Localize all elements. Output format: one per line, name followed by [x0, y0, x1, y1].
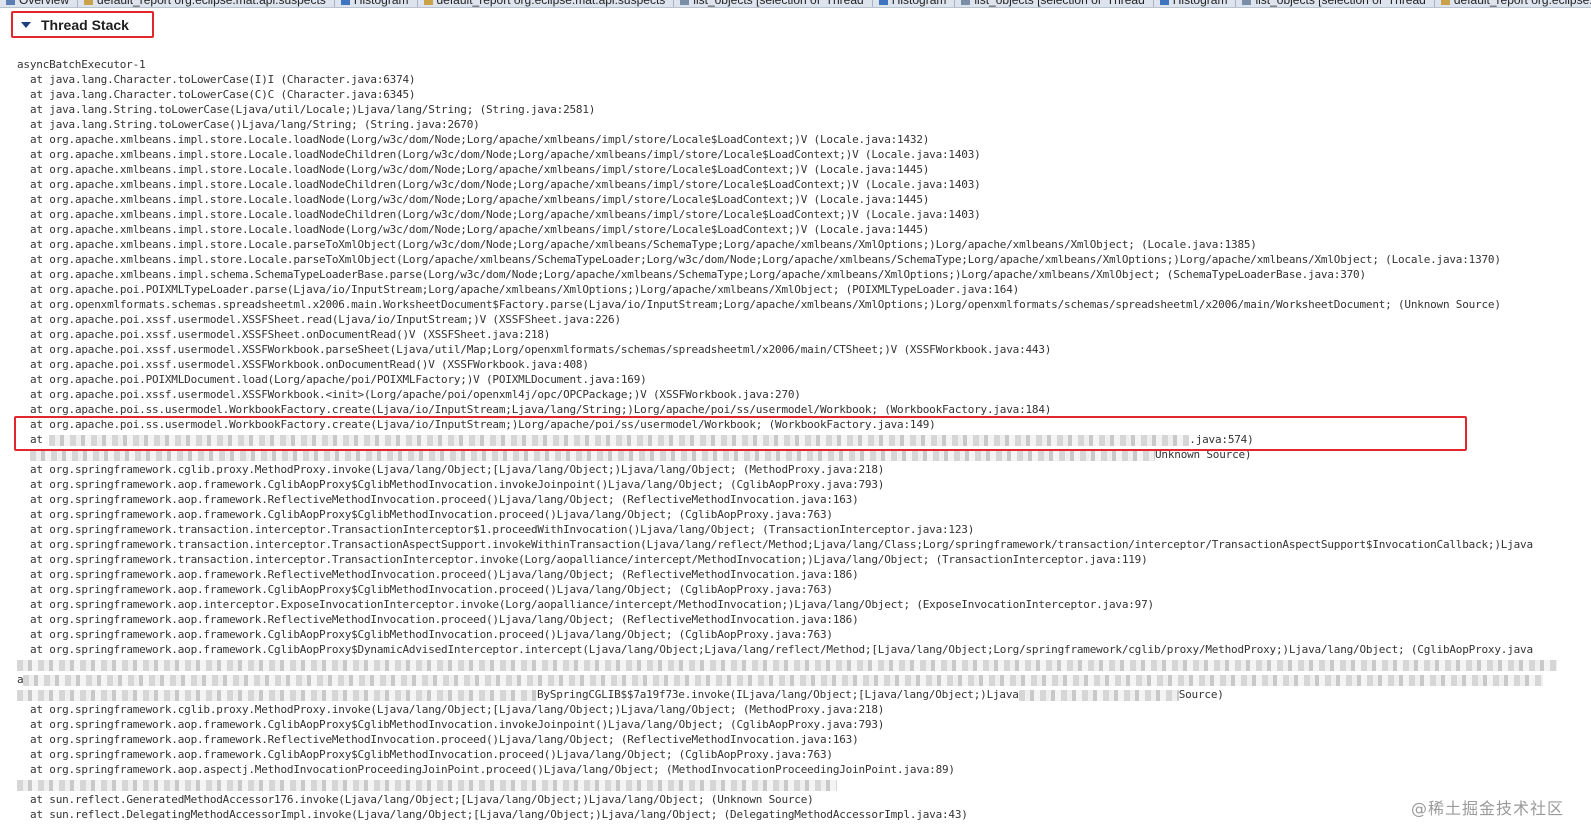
list-icon	[680, 0, 690, 5]
report-icon	[423, 0, 433, 5]
overview-icon	[6, 0, 15, 5]
histogram-icon	[340, 0, 350, 5]
frame-prefix: at	[30, 433, 50, 446]
stack-frame: at org.apache.poi.xssf.usermodel.XSSFShe…	[30, 313, 621, 326]
stack-frame: at org.springframework.aop.framework.Ref…	[30, 733, 859, 746]
histogram-icon	[1159, 0, 1169, 5]
stack-frame: at org.springframework.cglib.proxy.Metho…	[30, 703, 885, 716]
stack-frame: at org.apache.xmlbeans.impl.schema.Schem…	[30, 268, 1366, 281]
stack-frame: at org.springframework.aop.framework.Cgl…	[30, 508, 833, 521]
stack-frame: at org.springframework.aop.framework.Ref…	[30, 568, 859, 581]
stack-frame: at sun.reflect.DelegatingMethodAccessorI…	[30, 808, 968, 821]
histogram-icon	[878, 0, 888, 5]
stack-frame: at java.lang.Character.toLowerCase(I)I (…	[30, 73, 416, 86]
stack-frame: at org.springframework.aop.framework.Ref…	[30, 493, 859, 506]
redacted-region	[17, 659, 1557, 671]
stack-frame: at org.springframework.aop.framework.Cgl…	[30, 748, 833, 761]
stack-frame: at sun.reflect.GeneratedMethodAccessor17…	[30, 793, 814, 806]
list-icon	[1242, 0, 1252, 5]
stack-frame: at org.apache.xmlbeans.impl.store.Locale…	[30, 178, 981, 191]
thread-stack-section-header[interactable]: Thread Stack	[14, 13, 154, 37]
frame-text: BySpringCGLIB$$7a19f73e.invoke(ILjava/la…	[537, 688, 1019, 701]
list-icon	[961, 0, 971, 5]
editor-tab-label: Histogram	[353, 0, 409, 7]
redacted-region	[17, 779, 837, 791]
editor-tab-label: Overview	[19, 0, 70, 7]
stack-frame-partially-hidden: at .java:574)	[17, 432, 1577, 447]
editor-tab-label: list_objects [selection of 'Thread	[1255, 0, 1426, 7]
stack-frame: at java.lang.String.toLowerCase()Ljava/l…	[30, 118, 480, 131]
stack-frame-partially-hidden: BySpringCGLIB$$7a19f73e.invoke(ILjava/la…	[17, 687, 1577, 702]
editor-tab[interactable]: default_report org.eclipse.mat.api:suspe…	[417, 0, 675, 7]
stack-frame: at org.apache.poi.xssf.usermodel.XSSFWor…	[30, 358, 589, 371]
stack-frame: at org.apache.xmlbeans.impl.store.Locale…	[30, 253, 1501, 266]
stack-frame-partially-hidden: a	[17, 672, 1577, 687]
stack-frame: at org.springframework.aop.framework.Cgl…	[30, 628, 833, 641]
stack-frame: at org.springframework.transaction.inter…	[30, 538, 1533, 551]
editor-tab-label: default_report org.eclipse.mat.api:suspe…	[97, 0, 326, 7]
editor-tab-label: Histogram	[891, 0, 947, 7]
stack-frame: at org.openxmlformats.schemas.spreadshee…	[30, 298, 1501, 311]
editor-tab-label: list_objects [selection of 'Thread	[974, 0, 1145, 7]
stack-frame: at org.apache.xmlbeans.impl.store.Locale…	[30, 133, 930, 146]
watermark: @稀土掘金技术社区	[1410, 799, 1564, 818]
editor-tab[interactable]: Histogram	[1153, 0, 1237, 7]
editor-tab[interactable]: Overview	[0, 0, 79, 7]
editor-tab-label: list_objects [selection of 'Thread	[693, 0, 864, 7]
section-title: Thread Stack	[41, 17, 129, 33]
frame-suffix: .java:574)	[1189, 433, 1254, 446]
report-icon	[84, 0, 94, 5]
stack-frame: at org.apache.xmlbeans.impl.store.Locale…	[30, 238, 1257, 251]
editor-tab[interactable]: Histogram	[872, 0, 956, 7]
stack-frame-redacted	[17, 657, 1577, 672]
editor-tab[interactable]: default_report org.eclipse.mat.api:suspe…	[1434, 0, 1591, 7]
editor-tab-label: default_report org.eclipse.mat.api:suspe…	[1453, 0, 1591, 7]
editor-tab[interactable]: Histogram	[334, 0, 418, 7]
redacted-region	[23, 674, 1544, 686]
stack-frame: at org.apache.poi.xssf.usermodel.XSSFShe…	[30, 328, 551, 341]
stack-frame: at org.apache.poi.POIXMLDocument.load(Lo…	[30, 373, 647, 386]
redacted-region	[30, 449, 1155, 461]
stack-frame: at org.apache.xmlbeans.impl.store.Locale…	[30, 223, 930, 236]
stack-frame: at org.apache.poi.xssf.usermodel.XSSFWor…	[30, 388, 801, 401]
stack-frame: at java.lang.String.toLowerCase(Ljava/ut…	[30, 103, 596, 116]
editor-tab[interactable]: list_objects [selection of 'Thread	[1236, 0, 1435, 7]
stack-frame: at org.springframework.aop.framework.Cgl…	[30, 643, 1533, 656]
editor-tab-bar: Overview default_report org.eclipse.mat.a…	[0, 0, 1591, 8]
stack-frame: at org.apache.poi.POIXMLTypeLoader.parse…	[30, 283, 1020, 296]
editor-tab[interactable]: list_objects [selection of 'Thread	[955, 0, 1154, 7]
collapse-triangle-icon[interactable]	[21, 22, 31, 28]
stack-frame: at org.apache.xmlbeans.impl.store.Locale…	[30, 208, 981, 221]
stack-frame: at java.lang.Character.toLowerCase(C)C (…	[30, 88, 416, 101]
stack-frame: at org.apache.poi.ss.usermodel.WorkbookF…	[30, 418, 936, 431]
stack-frame: at org.apache.poi.xssf.usermodel.XSSFWor…	[30, 343, 1052, 356]
redacted-region	[49, 434, 1190, 446]
stack-frame-partially-hidden: Unknown Source)	[17, 447, 1577, 462]
redacted-region	[1018, 689, 1179, 701]
thread-name: asyncBatchExecutor-1	[17, 58, 146, 71]
stack-frame: at org.springframework.transaction.inter…	[30, 553, 1148, 566]
stack-frame: at org.apache.xmlbeans.impl.store.Locale…	[30, 163, 930, 176]
frame-suffix: Source)	[1178, 688, 1224, 701]
stack-frame: at org.apache.xmlbeans.impl.store.Locale…	[30, 148, 981, 161]
stack-frame: at org.springframework.aop.framework.Cgl…	[30, 718, 885, 731]
editor-tab-label: Histogram	[1172, 0, 1228, 7]
thread-stack-text: asyncBatchExecutor-1 at java.lang.Charac…	[17, 57, 1577, 827]
stack-frame: at org.springframework.transaction.inter…	[30, 523, 975, 536]
stack-frame-redacted	[17, 777, 1577, 792]
stack-frame: at org.springframework.cglib.proxy.Metho…	[30, 463, 885, 476]
stack-frame: at org.apache.xmlbeans.impl.store.Locale…	[30, 193, 930, 206]
stack-frame: at org.springframework.aop.framework.Ref…	[30, 613, 859, 626]
redacted-region	[17, 689, 537, 701]
report-icon	[1440, 0, 1450, 5]
editor-tab[interactable]: list_objects [selection of 'Thread	[674, 0, 873, 7]
frame-suffix: Unknown Source)	[1155, 448, 1252, 461]
stack-frame: at org.springframework.aop.interceptor.E…	[30, 598, 1154, 611]
editor-tab[interactable]: default_report org.eclipse.mat.api:suspe…	[78, 0, 335, 7]
stack-frame: at org.springframework.aop.framework.Cgl…	[30, 583, 833, 596]
editor-tab-label: default_report org.eclipse.mat.api:suspe…	[436, 0, 666, 7]
stack-frame: at org.apache.poi.ss.usermodel.WorkbookF…	[30, 403, 1052, 416]
stack-frame: at org.springframework.aop.aspectj.Metho…	[30, 763, 955, 776]
stack-frame: at org.springframework.aop.framework.Cgl…	[30, 478, 885, 491]
